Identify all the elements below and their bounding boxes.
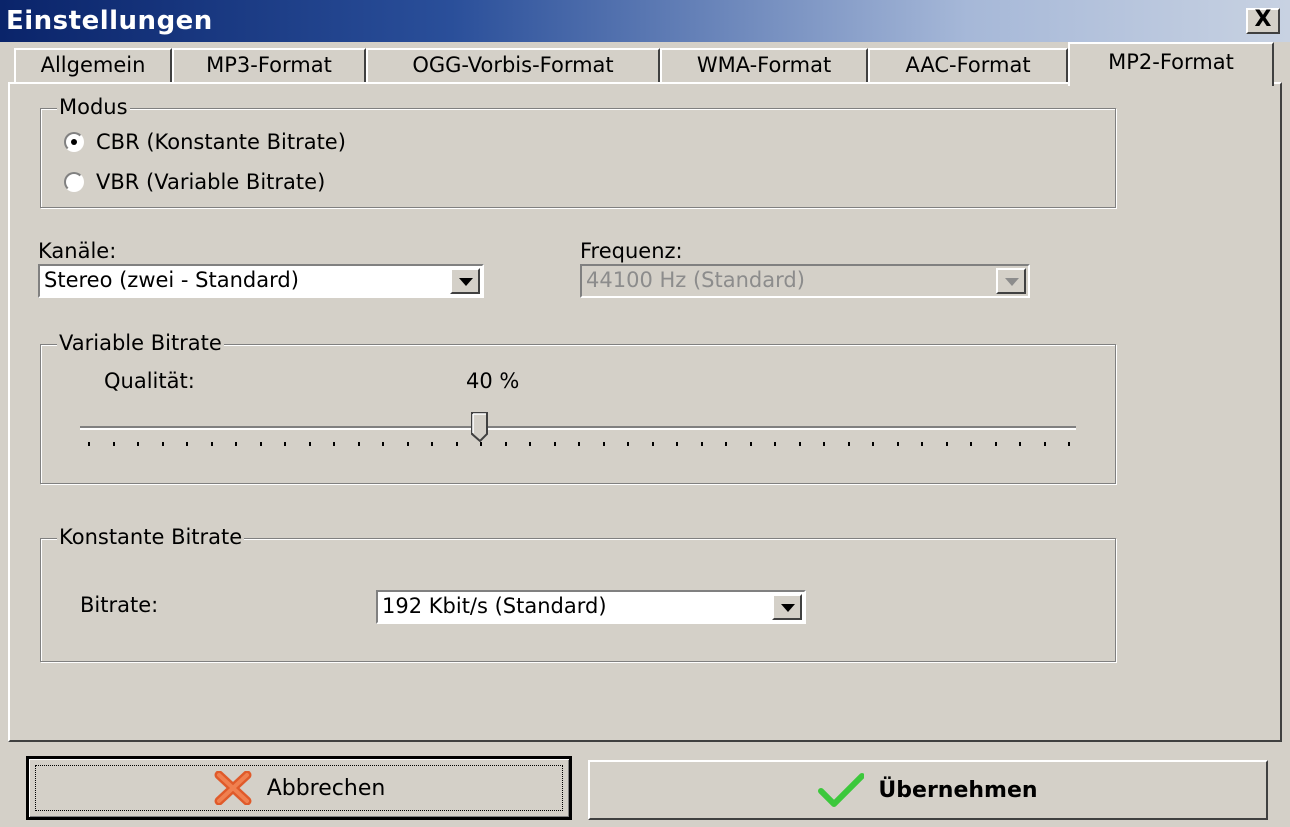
cancel-button[interactable]: Abbrechen bbox=[26, 756, 572, 820]
slider-tick bbox=[1019, 442, 1021, 446]
bitrate-select[interactable]: 192 Kbit/s (Standard) bbox=[376, 590, 806, 624]
slider-tick bbox=[578, 442, 580, 446]
cbr-radio[interactable]: CBR (Konstante Bitrate) bbox=[64, 130, 346, 154]
slider-tick bbox=[921, 442, 923, 446]
frequency-select: 44100 Hz (Standard) bbox=[580, 264, 1030, 298]
vbr-radio-circle[interactable] bbox=[64, 172, 84, 192]
cbr-radio-circle[interactable] bbox=[64, 132, 84, 152]
quality-label: Qualität: bbox=[104, 369, 195, 393]
vbr-radio[interactable]: VBR (Variable Bitrate) bbox=[64, 170, 325, 194]
apply-button-label: Übernehmen bbox=[878, 777, 1038, 803]
tab-ogg-vorbis-format[interactable]: OGG-Vorbis-Format bbox=[366, 48, 660, 82]
slider-tick bbox=[210, 442, 213, 446]
tab-mp3-format[interactable]: MP3-Format bbox=[172, 48, 366, 82]
chevron-down-icon[interactable] bbox=[450, 268, 480, 294]
apply-button[interactable]: Übernehmen bbox=[588, 760, 1268, 820]
channels-select-value: Stereo (zwei - Standard) bbox=[44, 268, 299, 292]
red-x-icon bbox=[214, 771, 252, 805]
tab-wma-format[interactable]: WMA-Format bbox=[660, 48, 868, 82]
slider-tick bbox=[259, 442, 262, 446]
chevron-down-icon bbox=[996, 268, 1026, 294]
frequency-select-value: 44100 Hz (Standard) bbox=[586, 268, 805, 292]
slider-tick bbox=[847, 442, 850, 446]
frequency-label: Frequenz: bbox=[580, 239, 683, 263]
slider-tick bbox=[504, 442, 507, 446]
chevron-down-icon[interactable] bbox=[772, 594, 802, 620]
cancel-button-label: Abbrechen bbox=[266, 775, 386, 801]
vbr-group: Variable Bitrate bbox=[40, 330, 1116, 484]
slider-tick bbox=[88, 442, 90, 446]
slider-tick bbox=[749, 442, 752, 446]
slider-tick bbox=[872, 442, 874, 446]
slider-tick bbox=[970, 442, 972, 446]
close-button[interactable]: X bbox=[1246, 8, 1280, 34]
slider-tick bbox=[700, 442, 703, 446]
slider-tick bbox=[896, 442, 899, 446]
quality-value: 40 % bbox=[466, 369, 520, 393]
slider-tick bbox=[431, 442, 433, 446]
vbr-legend: Variable Bitrate bbox=[57, 330, 224, 356]
slider-tick bbox=[235, 442, 237, 446]
slider-tick bbox=[137, 442, 139, 446]
vbr-radio-label: VBR (Variable Bitrate) bbox=[96, 170, 326, 194]
slider-tick bbox=[774, 442, 776, 446]
window-title: Einstellungen bbox=[6, 6, 213, 36]
slider-tick bbox=[406, 442, 409, 446]
slider-tick bbox=[725, 442, 727, 446]
bitrate-label: Bitrate: bbox=[80, 593, 159, 617]
tab-mp2-format[interactable]: MP2-Format bbox=[1068, 42, 1274, 86]
slider-tick bbox=[480, 442, 482, 446]
cbr-legend: Konstante Bitrate bbox=[57, 524, 245, 550]
slider-tick bbox=[529, 442, 531, 446]
slider-tick bbox=[112, 442, 115, 446]
slider-tick bbox=[602, 442, 605, 446]
slider-tick bbox=[945, 442, 948, 446]
slider-tick bbox=[627, 442, 629, 446]
slider-tick bbox=[1068, 442, 1070, 446]
slider-tick bbox=[823, 442, 825, 446]
channels-select[interactable]: Stereo (zwei - Standard) bbox=[38, 264, 484, 298]
modus-legend: Modus bbox=[57, 94, 130, 120]
slider-tick bbox=[676, 442, 678, 446]
slider-tick bbox=[333, 442, 335, 446]
slider-tick bbox=[455, 442, 458, 446]
slider-tick bbox=[382, 442, 384, 446]
slider-tick bbox=[553, 442, 556, 446]
slider-tick bbox=[308, 442, 311, 446]
slider-tick bbox=[284, 442, 286, 446]
tab-allgemein[interactable]: Allgemein bbox=[14, 48, 172, 82]
quality-slider-track[interactable] bbox=[80, 426, 1076, 430]
tab-aac-format[interactable]: AAC-Format bbox=[868, 48, 1068, 82]
green-check-icon bbox=[818, 773, 865, 807]
title-bar: Einstellungen X bbox=[0, 0, 1290, 42]
bitrate-select-value: 192 Kbit/s (Standard) bbox=[382, 594, 607, 618]
cbr-radio-label: CBR (Konstante Bitrate) bbox=[96, 130, 346, 154]
slider-tick bbox=[994, 442, 997, 446]
channels-label: Kanäle: bbox=[38, 239, 117, 263]
slider-tick bbox=[798, 442, 801, 446]
quality-slider-thumb[interactable] bbox=[471, 412, 489, 442]
slider-tick bbox=[651, 442, 654, 446]
slider-tick bbox=[357, 442, 360, 446]
slider-tick bbox=[186, 442, 188, 446]
slider-tick bbox=[1043, 442, 1046, 446]
slider-tick bbox=[161, 442, 164, 446]
